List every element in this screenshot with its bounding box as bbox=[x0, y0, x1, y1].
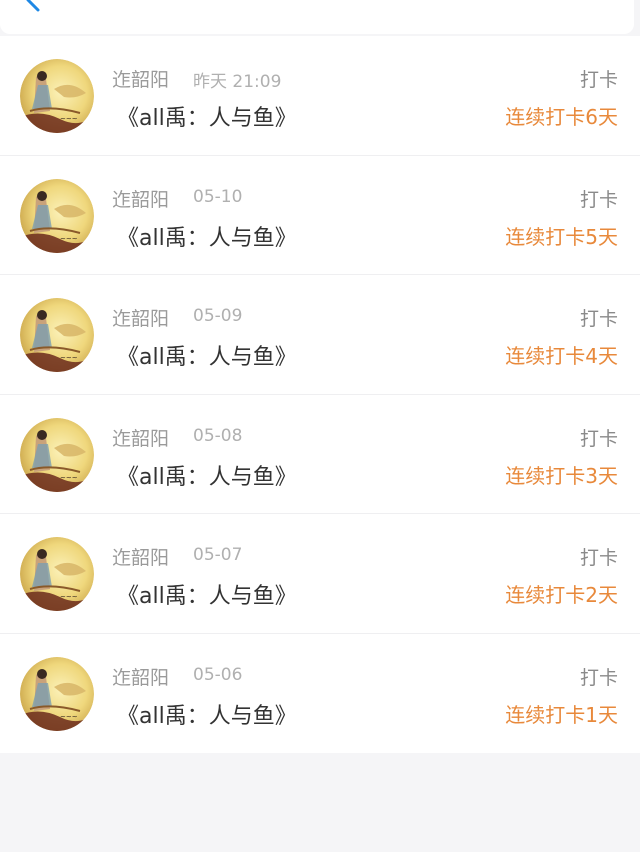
checkin-tag: 打卡 bbox=[579, 308, 618, 330]
streak-count: 连续打卡5天 bbox=[505, 224, 618, 249]
svg-text:~~~: ~~~ bbox=[60, 474, 78, 482]
top-bar bbox=[0, 0, 640, 36]
book-title: 《all禹：人与鱼》 bbox=[117, 225, 297, 251]
header-card bbox=[0, 0, 634, 34]
avatar[interactable]: ~~~ bbox=[20, 656, 94, 731]
avatar[interactable]: ~~~ bbox=[20, 417, 94, 492]
svg-text:~~~: ~~~ bbox=[60, 115, 78, 123]
svg-text:~~~: ~~~ bbox=[60, 593, 78, 601]
book-title: 《all禹：人与鱼》 bbox=[117, 703, 297, 729]
checkin-time: 昨天 21:09 bbox=[193, 72, 282, 92]
book-title: 《all禹：人与鱼》 bbox=[117, 345, 297, 370]
list-item[interactable]: ~~~ 迮韶阳 05-07 《all禹：人与鱼》 打卡 连续打卡2天 bbox=[0, 514, 640, 634]
checkin-tag: 打卡 bbox=[579, 188, 618, 211]
user-name: 迮韶阳 bbox=[112, 666, 170, 689]
user-name: 迮韶阳 bbox=[112, 427, 170, 450]
checkin-tag: 打卡 bbox=[579, 69, 618, 91]
book-title: 《all禹：人与鱼》 bbox=[117, 464, 297, 490]
checkin-time: 05-09 bbox=[193, 306, 243, 326]
svg-text:~~~: ~~~ bbox=[60, 354, 78, 362]
chevron-left-icon[interactable] bbox=[22, 0, 48, 20]
book-title: 《all禹：人与鱼》 bbox=[117, 106, 297, 131]
checkin-record-list: ~~~ 迮韶阳 昨天 21:09 《all禹：人与鱼》 打卡 连续打卡6天 ~~… bbox=[0, 36, 640, 753]
checkin-tag: 打卡 bbox=[579, 666, 618, 689]
streak-count: 连续打卡2天 bbox=[505, 583, 618, 607]
avatar[interactable]: ~~~ bbox=[20, 537, 94, 611]
list-item[interactable]: ~~~ 迮韶阳 05-06 《all禹：人与鱼》 打卡 连续打卡1天 bbox=[0, 634, 640, 754]
user-name: 迮韶阳 bbox=[112, 547, 170, 569]
streak-count: 连续打卡6天 bbox=[505, 105, 618, 129]
avatar[interactable]: ~~~ bbox=[20, 178, 94, 253]
streak-count: 连续打卡4天 bbox=[505, 344, 618, 368]
svg-text:~~~: ~~~ bbox=[60, 235, 78, 243]
checkin-tag: 打卡 bbox=[579, 547, 618, 569]
streak-count: 连续打卡1天 bbox=[505, 702, 618, 727]
list-item[interactable]: ~~~ 迮韶阳 05-08 《all禹：人与鱼》 打卡 连续打卡3天 bbox=[0, 395, 640, 514]
streak-count: 连续打卡3天 bbox=[505, 463, 618, 488]
avatar[interactable]: ~~~ bbox=[20, 298, 94, 372]
checkin-tag: 打卡 bbox=[579, 427, 618, 450]
book-title: 《all禹：人与鱼》 bbox=[117, 584, 297, 609]
svg-text:~~~: ~~~ bbox=[60, 713, 78, 721]
user-name: 迮韶阳 bbox=[112, 308, 170, 330]
user-name: 迮韶阳 bbox=[112, 188, 170, 211]
avatar[interactable]: ~~~ bbox=[20, 59, 94, 133]
checkin-time: 05-06 bbox=[193, 664, 243, 685]
checkin-time: 05-07 bbox=[193, 545, 243, 565]
user-name: 迮韶阳 bbox=[112, 69, 170, 91]
list-item[interactable]: ~~~ 迮韶阳 05-10 《all禹：人与鱼》 打卡 连续打卡5天 bbox=[0, 156, 640, 275]
checkin-time: 05-10 bbox=[193, 186, 243, 207]
list-item[interactable]: ~~~ 迮韶阳 昨天 21:09 《all禹：人与鱼》 打卡 连续打卡6天 bbox=[0, 36, 640, 156]
checkin-time: 05-08 bbox=[193, 425, 243, 446]
list-item[interactable]: ~~~ 迮韶阳 05-09 《all禹：人与鱼》 打卡 连续打卡4天 bbox=[0, 275, 640, 395]
